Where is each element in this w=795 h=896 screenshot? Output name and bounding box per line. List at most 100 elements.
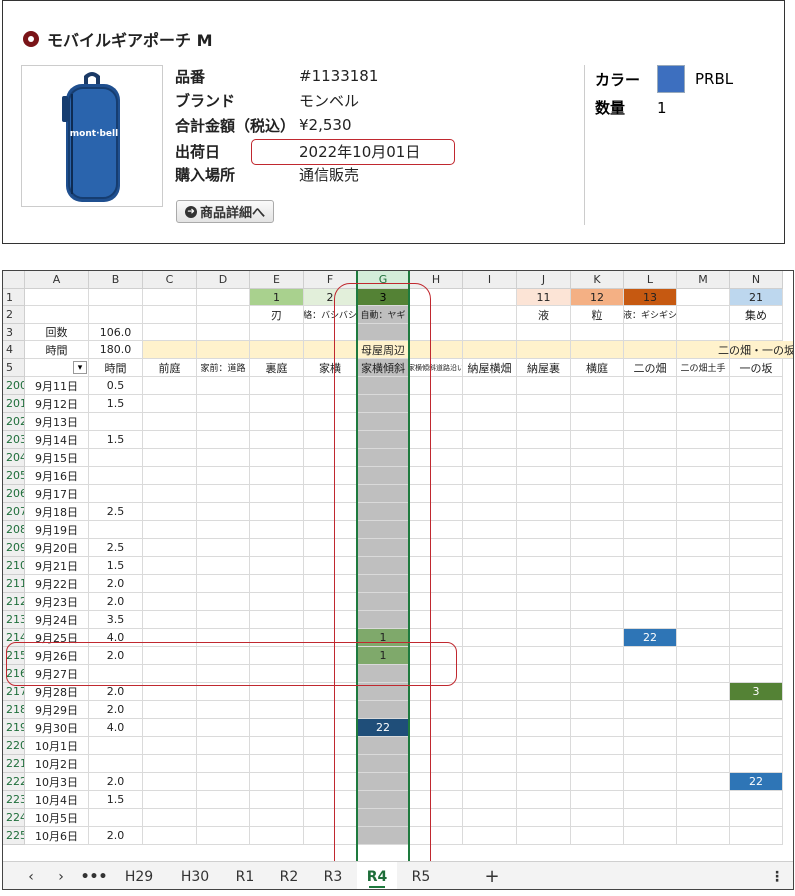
cell-n206[interactable] xyxy=(730,485,783,503)
cell-f219[interactable] xyxy=(304,719,357,737)
cell-e3[interactable] xyxy=(250,324,304,341)
row-header-209[interactable]: 209 xyxy=(3,539,25,557)
sheet-tab-r3[interactable]: R3 xyxy=(313,862,353,889)
cell-g202[interactable] xyxy=(357,413,410,431)
cell-m224[interactable] xyxy=(677,809,730,827)
cell-i225[interactable] xyxy=(463,827,517,845)
cell-h225[interactable] xyxy=(410,827,463,845)
cell-c211[interactable] xyxy=(143,575,197,593)
cell-n223[interactable] xyxy=(730,791,783,809)
column-header-d[interactable]: D xyxy=(197,271,250,289)
cell-b5[interactable]: 時間 xyxy=(89,359,143,377)
cell-i202[interactable] xyxy=(463,413,517,431)
cell-i5[interactable]: 納屋横畑 xyxy=(463,359,517,377)
cell-m218[interactable] xyxy=(677,701,730,719)
cell-i223[interactable] xyxy=(463,791,517,809)
cell-j208[interactable] xyxy=(517,521,571,539)
cell-l5[interactable]: 二の畑 xyxy=(624,359,677,377)
cell-d205[interactable] xyxy=(197,467,250,485)
cell-n4[interactable]: 二の畑・一の坂 xyxy=(718,341,793,359)
cell-h200[interactable] xyxy=(410,377,463,395)
cell-e209[interactable] xyxy=(250,539,304,557)
cell-l224[interactable] xyxy=(624,809,677,827)
cell-l2[interactable]: 液：ギシギシ xyxy=(624,306,677,324)
cell-l206[interactable] xyxy=(624,485,677,503)
cell-e2[interactable]: 刃 xyxy=(250,306,304,324)
cell-b3[interactable]: 106.0 xyxy=(89,324,143,341)
cell-k5[interactable]: 横庭 xyxy=(571,359,624,377)
cell-c202[interactable] xyxy=(143,413,197,431)
cell-b204[interactable] xyxy=(89,449,143,467)
cell-i224[interactable] xyxy=(463,809,517,827)
cell-g5[interactable]: 家横傾斜 xyxy=(357,359,410,377)
cell-f222[interactable] xyxy=(304,773,357,791)
cell-h205[interactable] xyxy=(410,467,463,485)
cell-f1[interactable]: 2 xyxy=(304,289,357,306)
cell-k4[interactable] xyxy=(571,341,624,359)
cell-h216[interactable] xyxy=(410,665,463,683)
cell-n200[interactable] xyxy=(730,377,783,395)
cell-l200[interactable] xyxy=(624,377,677,395)
cell-f202[interactable] xyxy=(304,413,357,431)
cell-a211[interactable]: 9月22日 xyxy=(25,575,89,593)
cell-l218[interactable] xyxy=(624,701,677,719)
cell-f210[interactable] xyxy=(304,557,357,575)
cell-d4[interactable] xyxy=(197,341,250,359)
cell-g217[interactable] xyxy=(357,683,410,701)
cell-a225[interactable]: 10月6日 xyxy=(25,827,89,845)
cell-n220[interactable] xyxy=(730,737,783,755)
cell-f224[interactable] xyxy=(304,809,357,827)
row-header-212[interactable]: 212 xyxy=(3,593,25,611)
cell-e204[interactable] xyxy=(250,449,304,467)
cell-m205[interactable] xyxy=(677,467,730,485)
row-header-211[interactable]: 211 xyxy=(3,575,25,593)
cell-c205[interactable] xyxy=(143,467,197,485)
cell-j203[interactable] xyxy=(517,431,571,449)
cell-g223[interactable] xyxy=(357,791,410,809)
cell-m211[interactable] xyxy=(677,575,730,593)
column-header-l[interactable]: L xyxy=(624,271,677,289)
cell-l211[interactable] xyxy=(624,575,677,593)
cell-g208[interactable] xyxy=(357,521,410,539)
row-header-222[interactable]: 222 xyxy=(3,773,25,791)
cell-j210[interactable] xyxy=(517,557,571,575)
cell-j207[interactable] xyxy=(517,503,571,521)
cell-m217[interactable] xyxy=(677,683,730,701)
cell-j5[interactable]: 納屋裏 xyxy=(517,359,571,377)
cell-n203[interactable] xyxy=(730,431,783,449)
cell-b207[interactable]: 2.5 xyxy=(89,503,143,521)
cell-a222[interactable]: 10月3日 xyxy=(25,773,89,791)
cell-n215[interactable] xyxy=(730,647,783,665)
cell-e1[interactable]: 1 xyxy=(250,289,304,306)
cell-f206[interactable] xyxy=(304,485,357,503)
row-header-2[interactable]: 2 xyxy=(3,306,25,324)
row-header-207[interactable]: 207 xyxy=(3,503,25,521)
cell-f214[interactable] xyxy=(304,629,357,647)
cell-g200[interactable] xyxy=(357,377,410,395)
cell-k208[interactable] xyxy=(571,521,624,539)
cell-b212[interactable]: 2.0 xyxy=(89,593,143,611)
cell-k207[interactable] xyxy=(571,503,624,521)
cell-h213[interactable] xyxy=(410,611,463,629)
cell-n224[interactable] xyxy=(730,809,783,827)
cell-h202[interactable] xyxy=(410,413,463,431)
row-header-213[interactable]: 213 xyxy=(3,611,25,629)
cell-g2[interactable]: 自動：ヤギ xyxy=(357,306,410,324)
sheet-tab-r1[interactable]: R1 xyxy=(225,862,265,889)
cell-n202[interactable] xyxy=(730,413,783,431)
select-all-corner[interactable] xyxy=(3,271,25,289)
row-header-221[interactable]: 221 xyxy=(3,755,25,773)
cell-j223[interactable] xyxy=(517,791,571,809)
cell-a202[interactable]: 9月13日 xyxy=(25,413,89,431)
cell-k209[interactable] xyxy=(571,539,624,557)
sheet-tab-r4[interactable]: R4 xyxy=(357,862,397,889)
cell-l1[interactable]: 13 xyxy=(624,289,677,306)
cell-g203[interactable] xyxy=(357,431,410,449)
row-header-219[interactable]: 219 xyxy=(3,719,25,737)
cell-l3[interactable] xyxy=(624,324,677,341)
cell-h223[interactable] xyxy=(410,791,463,809)
cell-m216[interactable] xyxy=(677,665,730,683)
cell-c208[interactable] xyxy=(143,521,197,539)
cell-k204[interactable] xyxy=(571,449,624,467)
cell-j214[interactable] xyxy=(517,629,571,647)
